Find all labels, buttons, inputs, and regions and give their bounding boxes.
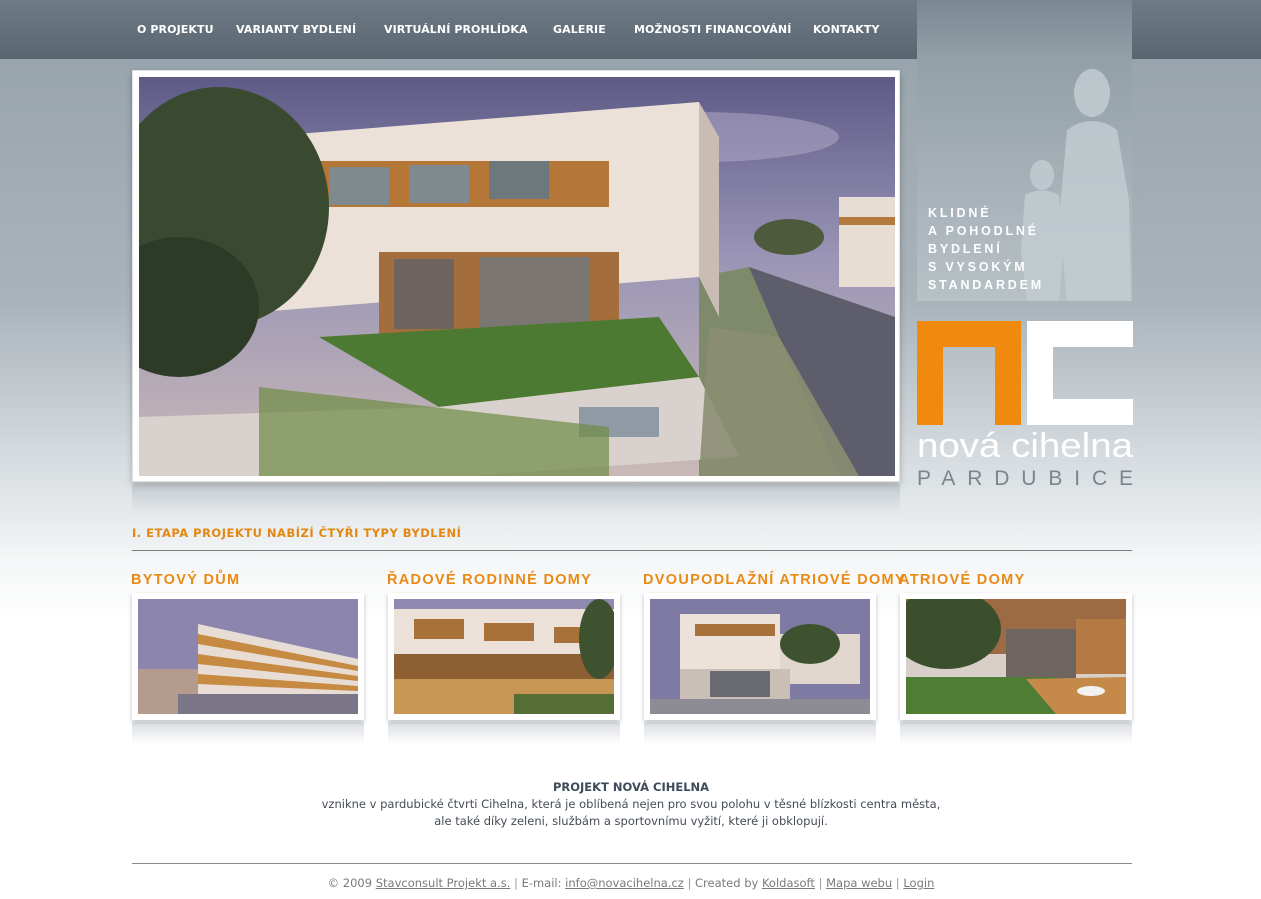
creator-link[interactable]: Koldasoft — [762, 876, 815, 890]
divider — [132, 550, 1132, 551]
footer-separator: | — [514, 876, 518, 890]
nav-item-kontakty[interactable]: KONTAKTY — [813, 23, 880, 36]
thumbnail-reflection — [388, 722, 620, 744]
side-tagline-panel: KLIDNÉ A POHODLNÉ BYDLENÍ S VYSOKÝM STAN… — [917, 0, 1132, 301]
nav-item-galerie[interactable]: GALERIE — [553, 23, 606, 36]
project-description-line: ale také díky zeleni, službám a sportovn… — [434, 814, 828, 828]
housing-type-title[interactable]: BYTOVÝ DŮM — [131, 572, 240, 588]
housing-type-thumbnail[interactable] — [388, 593, 620, 720]
footer: © 2009 Stavconsult Projekt a.s. | E-mail… — [131, 876, 1131, 890]
project-description-line: vznikne v pardubické čtvrti Cihelna, kte… — [321, 797, 941, 811]
email-label: E-mail: — [521, 876, 562, 890]
nova-cihelna-logo[interactable]: nová cihelna PARDUBICE PARDUBICE — [917, 321, 1133, 520]
housing-type-title[interactable]: DVOUPODLAŽNÍ ATRIOVÉ DOMY — [643, 572, 906, 588]
thumbnail-reflection — [900, 722, 1132, 744]
nav-item-varianty-bydleni[interactable]: VARIANTY BYDLENÍ — [236, 23, 356, 36]
housing-type-card[interactable]: DVOUPODLAŽNÍ ATRIOVÉ DOMY — [643, 572, 905, 747]
housing-type-title[interactable]: ŘADOVÉ RODINNÉ DOMY — [387, 572, 592, 588]
company-link[interactable]: Stavconsult Projekt a.s. — [376, 876, 511, 890]
logo-name: nová cihelna — [917, 427, 1133, 465]
nav-item-o-projektu[interactable]: O PROJEKTU — [137, 23, 214, 36]
copyright-text: © 2009 — [327, 876, 373, 890]
apartment-building-image — [138, 599, 358, 714]
atrium-two-storey-houses-image — [650, 599, 870, 714]
project-description-title: PROJEKT NOVÁ CIHELNA — [552, 780, 710, 794]
tagline-line: BYDLENÍ — [928, 242, 1003, 256]
project-description: PROJEKT NOVÁ CIHELNA vznikne v pardubick… — [131, 779, 1131, 830]
atrium-houses-image — [906, 599, 1126, 714]
tagline-line: STANDARDEM — [928, 278, 1044, 292]
nav-item-virtualni-prohlidka[interactable]: VIRTUÁLNÍ PROHLÍDKA — [384, 23, 528, 36]
housing-type-title[interactable]: ATRIOVÉ DOMY — [899, 572, 1026, 588]
section-title: I. ETAPA PROJEKTU NABÍZÍ ČTYŘI TYPY BYDL… — [132, 526, 462, 540]
hero-image-frame — [132, 70, 900, 482]
tagline-line: KLIDNÉ — [928, 206, 992, 220]
row-houses-image — [394, 599, 614, 714]
created-by-label: Created by — [695, 876, 759, 890]
thumbnail-reflection — [644, 722, 876, 744]
housing-type-card[interactable]: ŘADOVÉ RODINNÉ DOMY — [387, 572, 620, 747]
tagline-line: S VYSOKÝM — [928, 260, 1028, 274]
footer-separator: | — [818, 876, 823, 890]
logo-city: PARDUBICE — [917, 467, 1133, 490]
housing-type-card[interactable]: ATRIOVÉ DOMY — [899, 572, 1132, 747]
housing-type-thumbnail[interactable] — [900, 593, 1132, 720]
nav-item-moznosti-financovani[interactable]: MOŽNOSTI FINANCOVÁNÍ — [634, 23, 791, 36]
footer-separator: | — [895, 876, 900, 890]
login-link[interactable]: Login — [903, 876, 934, 890]
thumbnail-reflection — [132, 722, 364, 744]
sitemap-link[interactable]: Mapa webu — [826, 876, 892, 890]
footer-divider — [132, 863, 1132, 864]
email-link[interactable]: info@novacihelna.cz — [565, 876, 684, 890]
housing-type-card[interactable]: BYTOVÝ DŮM — [131, 572, 364, 747]
housing-type-thumbnail[interactable] — [644, 593, 876, 720]
hero-reflection — [132, 484, 900, 514]
footer-separator: | — [687, 876, 692, 890]
hero-render-image — [139, 77, 895, 476]
tagline-line: A POHODLNÉ — [928, 224, 1039, 238]
tagline: KLIDNÉ A POHODLNÉ BYDLENÍ S VYSOKÝM STAN… — [928, 204, 1078, 294]
housing-type-thumbnail[interactable] — [132, 593, 364, 720]
